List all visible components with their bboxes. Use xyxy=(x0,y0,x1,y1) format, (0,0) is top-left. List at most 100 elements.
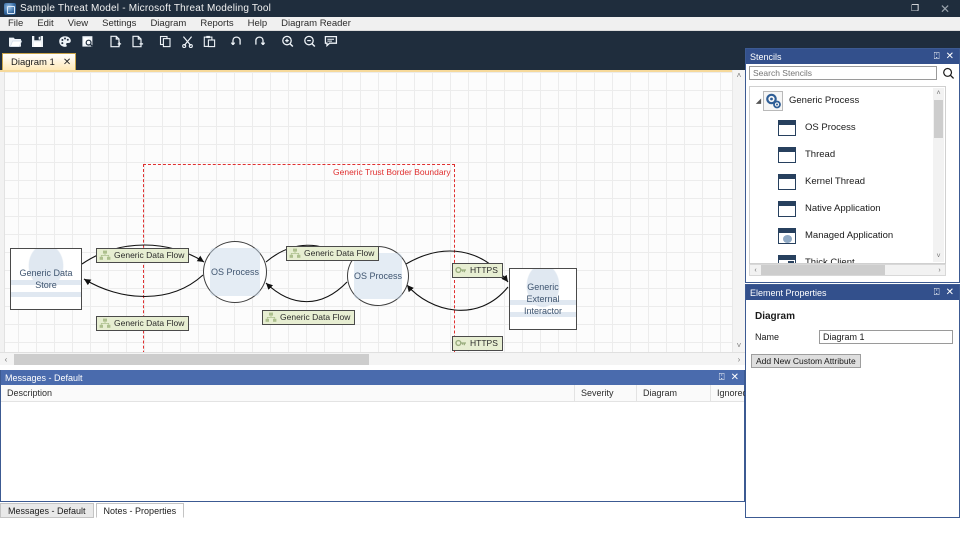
copy-icon[interactable] xyxy=(154,32,176,50)
node-generic-external-interactor[interactable]: Generic External Interactor xyxy=(509,268,577,330)
stencil-item-label: Native Application xyxy=(805,203,881,214)
stencils-vertical-scrollbar[interactable]: ˄ ˅ xyxy=(933,88,944,262)
add-new-custom-attribute-button[interactable]: Add New Custom Attribute xyxy=(751,354,861,368)
column-header-description[interactable]: Description xyxy=(1,384,575,402)
scroll-track[interactable] xyxy=(761,265,934,275)
pin-icon[interactable]: ⍠ xyxy=(934,49,940,64)
scroll-down-icon[interactable]: ˅ xyxy=(737,340,742,352)
scroll-thumb[interactable] xyxy=(14,353,369,365)
bottom-tab-messages[interactable]: Messages - Default xyxy=(0,503,94,518)
messages-panel: Messages - Default ⍠ ✕ Description Sever… xyxy=(0,370,748,502)
scroll-thumb[interactable] xyxy=(934,100,943,138)
messages-list[interactable] xyxy=(1,402,744,500)
menu-file[interactable]: File xyxy=(0,17,30,31)
delete-page-icon[interactable] xyxy=(126,32,148,50)
messages-panel-header-buttons: ⍠ ✕ xyxy=(719,370,744,385)
stencil-item-thick-client[interactable]: Thick Client xyxy=(750,249,945,263)
scroll-right-icon[interactable]: › xyxy=(733,355,745,364)
menu-settings[interactable]: Settings xyxy=(95,17,143,31)
column-header-ignored[interactable]: Ignored xyxy=(711,385,748,402)
chevron-expanded-icon[interactable]: ◢ xyxy=(754,97,763,105)
scroll-track[interactable] xyxy=(12,353,733,365)
open-icon[interactable] xyxy=(4,32,26,50)
close-window-button[interactable]: ✕ xyxy=(930,0,960,17)
flow-label-2[interactable]: Generic Data Flow xyxy=(96,316,190,331)
zoom-out-icon[interactable] xyxy=(298,32,320,50)
comment-icon[interactable] xyxy=(320,32,342,50)
stencil-item-label: Thread xyxy=(805,149,836,160)
palette-icon[interactable] xyxy=(54,32,76,50)
menu-edit[interactable]: Edit xyxy=(30,17,60,31)
menu-view[interactable]: View xyxy=(61,17,95,31)
stencil-item-managed-application[interactable]: Managed Application xyxy=(750,222,945,249)
tab-diagram-1[interactable]: Diagram 1 ✕ xyxy=(2,53,77,70)
cut-icon[interactable] xyxy=(176,32,198,50)
bottom-tab-notes[interactable]: Notes - Properties xyxy=(95,503,185,518)
search-stencils-input[interactable] xyxy=(749,66,937,80)
node-label: OS Process xyxy=(353,271,402,281)
stencil-item-kernel-thread[interactable]: Kernel Thread xyxy=(750,168,945,195)
canvas-horizontal-scrollbar[interactable]: ‹ › xyxy=(0,352,745,365)
node-generic-data-store[interactable]: Generic Data Store xyxy=(10,248,82,310)
process-icon xyxy=(778,119,796,136)
close-icon[interactable]: ✕ xyxy=(946,49,954,64)
scroll-left-icon[interactable]: ‹ xyxy=(750,267,761,274)
stencil-item-label: Managed Application xyxy=(805,230,894,241)
save-icon[interactable] xyxy=(26,32,48,50)
menu-diagram-reader[interactable]: Diagram Reader xyxy=(274,17,358,31)
app-icon xyxy=(4,2,16,15)
redo-icon[interactable] xyxy=(248,32,270,50)
node-label: Generic Data Store xyxy=(19,268,73,290)
scroll-thumb[interactable] xyxy=(761,265,885,275)
paste-icon[interactable] xyxy=(198,32,220,50)
flow-label-1[interactable]: Generic Data Flow xyxy=(96,248,190,263)
scroll-right-icon[interactable]: › xyxy=(934,267,945,274)
flow-label-text: HTTPS xyxy=(470,265,498,275)
menu-diagram[interactable]: Diagram xyxy=(143,17,193,31)
scroll-down-icon[interactable]: ˅ xyxy=(936,251,940,262)
stencils-panel: Stencils ⍠ ✕ ◢ Generic Process OS Proces… xyxy=(745,48,960,283)
flow-label-https-1[interactable]: HTTPS xyxy=(452,263,503,278)
zoom-in-icon[interactable] xyxy=(276,32,298,50)
stencil-group-label: Generic Process xyxy=(789,95,860,106)
property-label-name: Name xyxy=(755,332,780,342)
stencil-item-native-application[interactable]: Native Application xyxy=(750,195,945,222)
node-os-process-1[interactable]: OS Process xyxy=(203,241,267,303)
stencil-item-label: Kernel Thread xyxy=(805,176,866,187)
stencil-group-generic-process[interactable]: ◢ Generic Process xyxy=(750,87,945,114)
process-icon xyxy=(778,173,796,190)
stencils-tree[interactable]: ◢ Generic Process OS Process Thread Kern… xyxy=(749,86,946,264)
flow-label-text: Generic Data Flow xyxy=(304,248,375,258)
flow-label-https-2[interactable]: HTTPS xyxy=(452,336,503,351)
stencil-item-os-process[interactable]: OS Process xyxy=(750,114,945,141)
stencil-item-thread[interactable]: Thread xyxy=(750,141,945,168)
scroll-left-icon[interactable]: ‹ xyxy=(0,355,12,364)
scroll-up-icon[interactable]: ˄ xyxy=(737,70,742,82)
process-icon xyxy=(778,146,796,163)
undo-icon[interactable] xyxy=(226,32,248,50)
pin-icon[interactable]: ⍠ xyxy=(934,285,940,300)
pin-icon[interactable]: ⍠ xyxy=(719,370,725,385)
gears-icon xyxy=(763,90,783,111)
flow-label-3[interactable]: Generic Data Flow xyxy=(286,246,380,261)
column-header-severity[interactable]: Severity xyxy=(575,384,637,402)
column-header-diagram[interactable]: Diagram xyxy=(637,384,711,402)
flow-label-4[interactable]: Generic Data Flow xyxy=(262,310,356,325)
preview-icon[interactable] xyxy=(76,32,98,50)
restore-window-button[interactable]: ❐ xyxy=(900,0,930,17)
menu-help[interactable]: Help xyxy=(241,17,275,31)
close-icon[interactable]: ✕ xyxy=(946,285,954,300)
window-controls: ❐ ✕ xyxy=(900,0,960,17)
close-icon[interactable]: ✕ xyxy=(731,370,739,385)
messages-panel-title: Messages - Default xyxy=(5,372,83,383)
tab-close-icon[interactable]: ✕ xyxy=(63,57,71,68)
search-icon[interactable] xyxy=(940,66,956,81)
diagram-canvas[interactable]: Generic Trust Border Boundary Generic Da… xyxy=(0,70,745,352)
add-page-icon[interactable] xyxy=(104,32,126,50)
bottom-tab-strip: Messages - Default Notes - Properties xyxy=(0,503,745,519)
property-value-name[interactable] xyxy=(819,330,953,344)
stencils-horizontal-scrollbar[interactable]: ‹ › xyxy=(749,264,946,276)
scroll-up-icon[interactable]: ˄ xyxy=(936,88,940,99)
canvas-vertical-scrollbar[interactable]: ˄ ˅ xyxy=(732,70,745,352)
menu-reports[interactable]: Reports xyxy=(193,17,240,31)
